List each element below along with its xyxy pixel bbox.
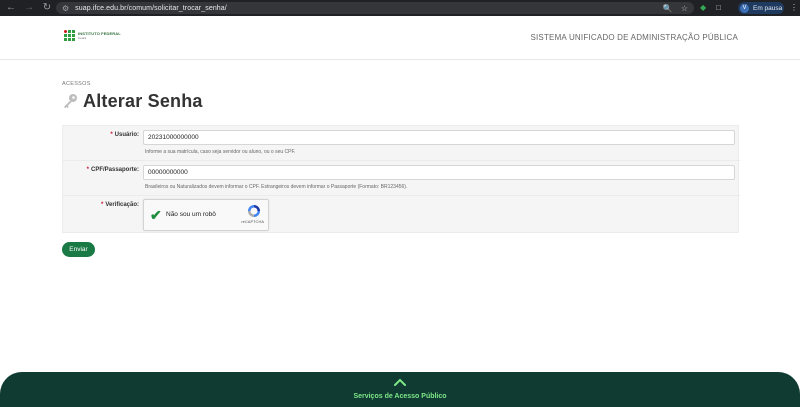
cpf-label: * CPF/Passaporte:: [86, 167, 139, 173]
logo-mark-icon: [64, 30, 75, 41]
more-menu-icon[interactable]: ⋮: [790, 3, 798, 12]
profile-button[interactable]: V Em pausa: [738, 2, 784, 14]
form-row-verificacao: * Verificação: ✔ Não sou um robô reCAPTCH…: [63, 196, 740, 234]
change-password-form: * Usuário: 20231000000000 Informe a sua m…: [62, 125, 740, 234]
form-row-cpf: * CPF/Passaporte: 00000000000 Brasileiros…: [63, 161, 740, 196]
recaptcha-brand: reCAPTCHA: [241, 219, 264, 224]
zoom-icon[interactable]: 🔍: [663, 4, 673, 13]
recaptcha-logo-icon: [248, 205, 260, 217]
key-icon: [64, 94, 77, 109]
back-icon[interactable]: ←: [4, 1, 18, 15]
system-name: SISTEMA UNIFICADO DE ADMINISTRAÇÃO PÚBLI…: [530, 33, 738, 42]
cpf-help: Brasileiros ou Naturalizados devem infor…: [145, 184, 408, 190]
recaptcha-widget[interactable]: ✔ Não sou um robô reCAPTCHA: [143, 199, 269, 231]
required-marker: *: [86, 167, 89, 173]
page-title: Alterar Senha: [62, 90, 203, 112]
reload-icon[interactable]: ↻: [40, 1, 54, 15]
site-header: INSTITUTO FEDERAL Ceará SISTEMA UNIFICAD…: [0, 16, 800, 60]
usuario-help: Informe a sua matrícula, caso seja servi…: [145, 149, 296, 155]
address-bar[interactable]: ⚙ suap.ifce.edu.br/comum/solicitar_troca…: [56, 2, 694, 14]
forward-icon[interactable]: →: [22, 1, 36, 15]
cpf-passaporte-input[interactable]: 00000000000: [143, 165, 735, 180]
url-text: suap.ifce.edu.br/comum/solicitar_trocar_…: [75, 4, 227, 12]
usuario-label: * Usuário:: [110, 132, 139, 138]
extensions-puzzle-icon[interactable]: □: [716, 3, 721, 12]
verificacao-label: * Verificação:: [100, 202, 139, 208]
site-info-icon[interactable]: ⚙: [62, 4, 69, 13]
required-marker: *: [110, 132, 113, 138]
form-row-usuario: * Usuário: 20231000000000 Informe a sua m…: [63, 126, 740, 161]
avatar: V: [740, 3, 749, 13]
chevron-up-icon[interactable]: [392, 377, 408, 387]
captcha-text: Não sou um robô: [166, 211, 216, 218]
footer: Serviços de Acesso Público: [0, 372, 800, 407]
breadcrumb[interactable]: ACESSOS: [62, 81, 91, 87]
extension-shield-icon[interactable]: ◆: [700, 3, 706, 12]
browser-toolbar: ← → ↻ ⚙ suap.ifce.edu.br/comum/solicitar…: [0, 0, 800, 16]
bookmark-star-icon[interactable]: ☆: [681, 4, 688, 13]
page-title-text: Alterar Senha: [83, 90, 203, 111]
checkmark-icon[interactable]: ✔: [150, 208, 164, 222]
logo-subtitle: Ceará: [78, 36, 87, 40]
profile-status: Em pausa: [753, 4, 783, 12]
public-services-link[interactable]: Serviços de Acesso Público: [0, 393, 800, 400]
required-marker: *: [100, 202, 104, 208]
usuario-input[interactable]: 20231000000000: [143, 130, 735, 145]
enviar-button[interactable]: Enviar: [62, 242, 95, 257]
institute-logo[interactable]: INSTITUTO FEDERAL Ceará: [64, 30, 121, 41]
